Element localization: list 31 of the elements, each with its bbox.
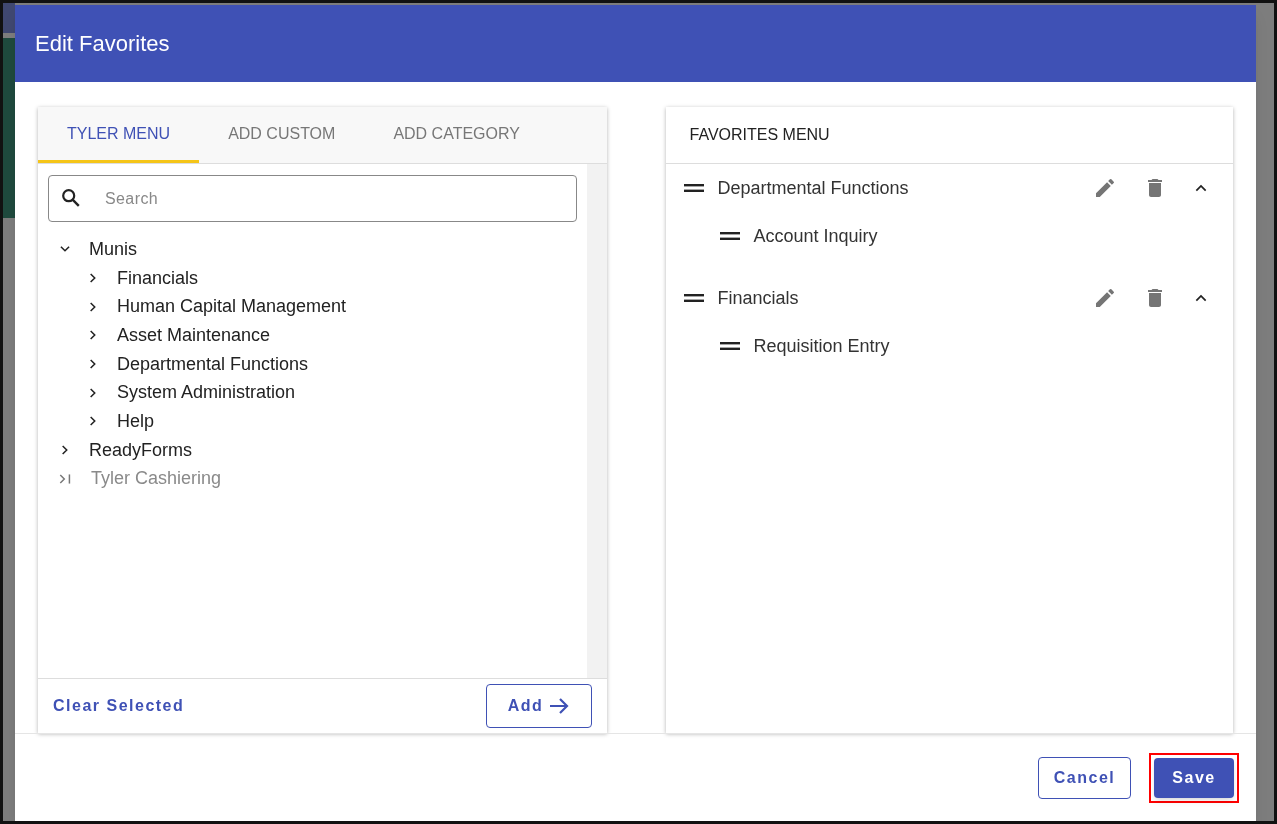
tree-item[interactable]: Departmental Functions bbox=[117, 350, 309, 378]
drag-handle-icon[interactable] bbox=[719, 341, 740, 351]
favorite-group[interactable]: Departmental Functions bbox=[717, 174, 1079, 202]
tree-item[interactable]: Asset Maintenance bbox=[117, 321, 271, 349]
clear-selected-button[interactable]: Clear Selected bbox=[53, 694, 185, 718]
drag-handle-icon[interactable] bbox=[683, 293, 704, 303]
drag-handle-icon[interactable] bbox=[683, 183, 704, 193]
drag-handle-icon[interactable] bbox=[719, 231, 740, 241]
dialog-title: Edit Favorites bbox=[35, 30, 170, 58]
arrow-right-icon bbox=[549, 697, 570, 715]
pencil-icon[interactable] bbox=[1093, 286, 1117, 310]
search-field[interactable]: Search bbox=[48, 175, 577, 222]
tree-item[interactable]: Financials bbox=[117, 264, 199, 292]
tab[interactable]: ADD CATEGORY bbox=[364, 107, 549, 163]
pencil-icon[interactable] bbox=[1093, 176, 1117, 200]
tab[interactable]: ADD CUSTOM bbox=[199, 107, 365, 163]
favorite-item[interactable]: Account Inquiry bbox=[753, 222, 878, 250]
favorite-item[interactable]: Requisition Entry bbox=[753, 332, 890, 360]
cancel-button[interactable]: Cancel bbox=[1038, 756, 1131, 799]
add-button[interactable]: Add bbox=[485, 684, 592, 728]
search-icon bbox=[60, 187, 82, 209]
favorites-heading: FAVORITES MENU bbox=[689, 125, 830, 145]
tree-item[interactable]: System Administration bbox=[117, 379, 296, 407]
backdrop-header bbox=[3, 3, 15, 33]
tree-item[interactable]: ReadyForms bbox=[89, 436, 193, 464]
tree-item[interactable]: Munis bbox=[89, 235, 137, 263]
tree-item[interactable]: Help bbox=[117, 407, 155, 435]
save-button[interactable]: Save bbox=[1154, 757, 1234, 798]
favorite-group[interactable]: Financials bbox=[717, 284, 1079, 312]
tree-item[interactable]: Human Capital Management bbox=[117, 293, 347, 321]
tab[interactable]: TYLER MENU bbox=[38, 107, 200, 163]
